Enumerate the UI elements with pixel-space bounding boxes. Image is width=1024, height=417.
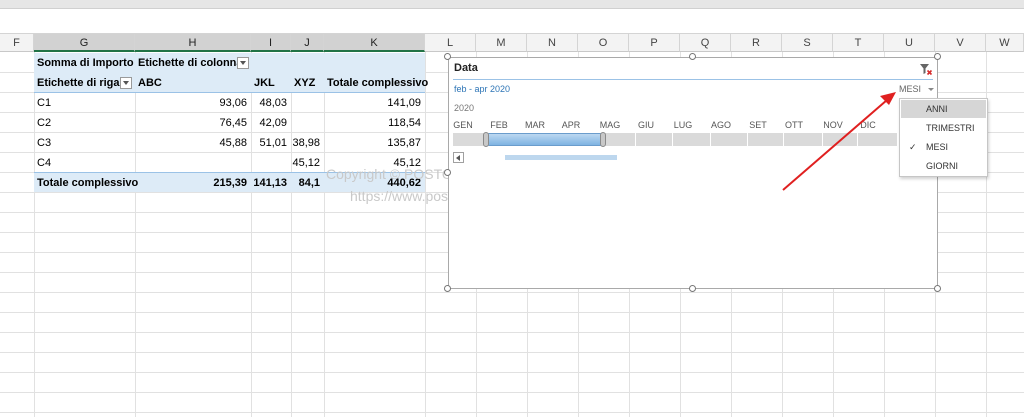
menu-item-anni[interactable]: ANNI bbox=[901, 100, 986, 118]
menu-item-mesi-label: MESI bbox=[926, 142, 949, 152]
annotation-arrow bbox=[782, 92, 896, 191]
menu-item-trimestri[interactable]: TRIMESTRI bbox=[901, 119, 986, 137]
menu-item-giorni[interactable]: GIORNI bbox=[901, 157, 986, 175]
time-level-menu: ANNI TRIMESTRI ✓ MESI GIORNI bbox=[899, 98, 988, 177]
checkmark-icon: ✓ bbox=[909, 142, 917, 152]
menu-item-mesi[interactable]: ✓ MESI bbox=[901, 138, 986, 156]
